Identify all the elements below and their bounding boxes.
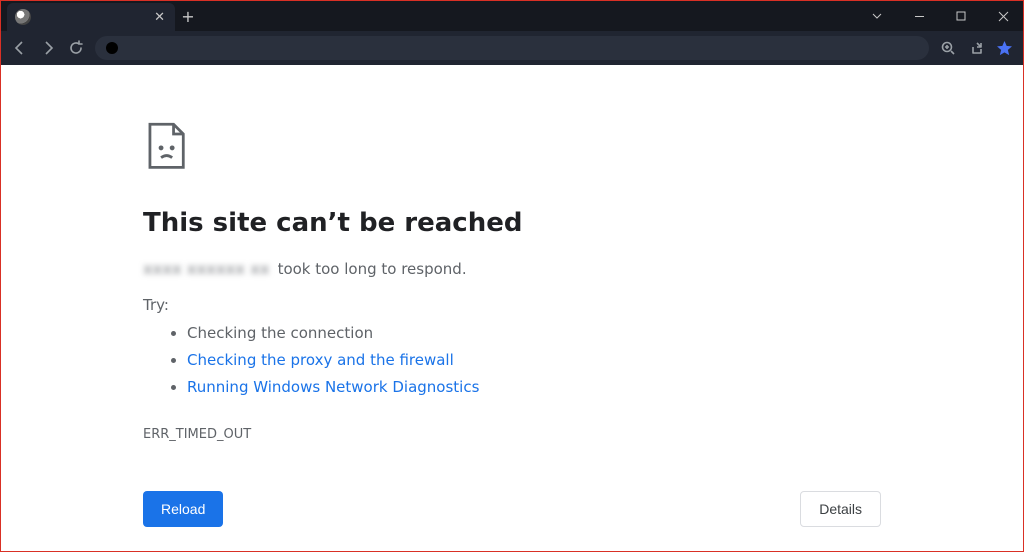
proxy-firewall-link[interactable]: Checking the proxy and the firewall (187, 351, 454, 369)
chevron-down-icon[interactable] (857, 1, 897, 31)
back-button[interactable] (11, 39, 29, 57)
error-message-tail: took too long to respond. (278, 260, 467, 278)
try-label: Try: (143, 296, 881, 314)
share-icon[interactable] (967, 39, 985, 57)
address-bar[interactable] (95, 36, 929, 60)
sad-folder-icon (143, 119, 881, 178)
browser-toolbar (1, 31, 1023, 65)
suggestion-list: Checking the connection Checking the pro… (143, 320, 881, 401)
title-bar: ✕ + (1, 1, 1023, 31)
window-controls (857, 1, 1023, 31)
list-item: Running Windows Network Diagnostics (187, 374, 881, 401)
error-heading: This site can’t be reached (143, 208, 881, 238)
forward-button[interactable] (39, 39, 57, 57)
error-host-redacted: xxxx xxxxxx xx (143, 260, 270, 278)
error-message: xxxx xxxxxx xx took too long to respond. (143, 260, 881, 278)
reload-button[interactable]: Reload (143, 491, 223, 527)
maximize-button[interactable] (941, 1, 981, 31)
action-footer: Reload Details (143, 461, 881, 527)
list-item: Checking the connection (187, 320, 881, 347)
network-diagnostics-link[interactable]: Running Windows Network Diagnostics (187, 378, 479, 396)
browser-tab[interactable]: ✕ (7, 3, 175, 31)
error-code: ERR_TIMED_OUT (143, 427, 881, 442)
close-window-button[interactable] (983, 1, 1023, 31)
minimize-button[interactable] (899, 1, 939, 31)
site-info-icon[interactable] (105, 41, 119, 55)
new-tab-button[interactable]: + (175, 3, 201, 31)
list-item: Checking the proxy and the firewall (187, 347, 881, 374)
zoom-icon[interactable] (939, 39, 957, 57)
details-button[interactable]: Details (800, 491, 881, 527)
close-tab-icon[interactable]: ✕ (152, 10, 167, 25)
reload-button-icon[interactable] (67, 39, 85, 57)
tab-favicon-icon (15, 9, 31, 25)
page-content: This site can’t be reached xxxx xxxxxx x… (1, 65, 1023, 551)
bookmark-star-icon[interactable] (995, 39, 1013, 57)
